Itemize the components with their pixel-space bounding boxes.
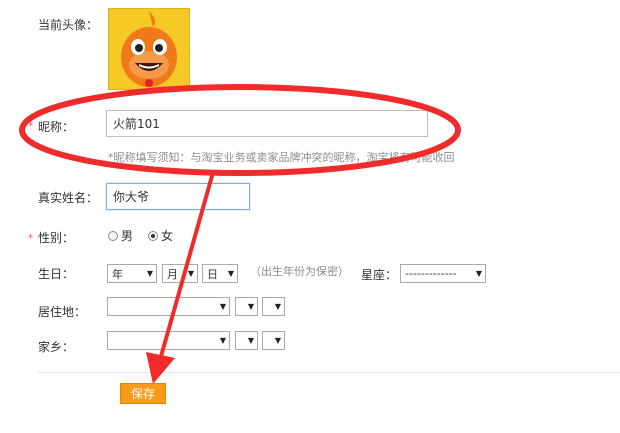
avatar-label: 当前头像： bbox=[38, 18, 99, 32]
required-mark: * bbox=[28, 233, 33, 244]
chevron-down-icon: ▼ bbox=[187, 269, 194, 278]
gender-male-label: 男 bbox=[121, 229, 134, 243]
birth-year-privacy-note: （出生年份为保密） bbox=[250, 265, 349, 278]
real-name-label: 真实姓名： bbox=[38, 191, 99, 205]
hometown-district-select[interactable]: ▼ bbox=[262, 331, 285, 350]
birth-year-select[interactable]: 年 ▼ bbox=[107, 264, 157, 283]
birth-month-value: 月 bbox=[167, 267, 178, 281]
gender-label: 性别： bbox=[38, 231, 75, 245]
gender-female-label: 女 bbox=[161, 229, 174, 243]
birth-month-select[interactable]: 月 ▼ bbox=[162, 264, 198, 283]
mascot-icon bbox=[121, 11, 177, 87]
nickname-input[interactable] bbox=[106, 110, 428, 137]
constellation-select[interactable]: ------------- ▼ bbox=[400, 264, 486, 283]
nickname-label: 昵称： bbox=[38, 120, 75, 134]
hometown-province-select[interactable]: ▼ bbox=[107, 331, 230, 350]
chevron-down-icon: ▼ bbox=[227, 269, 234, 278]
annotation-overlay bbox=[19, 84, 461, 384]
radio-male[interactable] bbox=[108, 230, 118, 241]
real-name-input[interactable] bbox=[106, 183, 250, 210]
birth-day-value: 日 bbox=[207, 267, 218, 281]
constellation-value: ------------- bbox=[405, 267, 457, 280]
chevron-down-icon: ▼ bbox=[146, 269, 153, 278]
chevron-down-icon: ▼ bbox=[247, 336, 254, 345]
gender-option-male[interactable]: 男 bbox=[108, 227, 133, 244]
hometown-label: 家乡： bbox=[38, 340, 75, 354]
chevron-down-icon: ▼ bbox=[219, 336, 226, 345]
residence-city-select[interactable]: ▼ bbox=[235, 297, 258, 316]
chevron-down-icon: ▼ bbox=[274, 302, 281, 311]
required-mark: * bbox=[28, 121, 33, 132]
nickname-hint: *昵称填写须知：与淘宝业务或卖家品牌冲突的昵称，淘宝将有可能收回 bbox=[108, 151, 455, 164]
annotation-arrow-head bbox=[146, 352, 175, 384]
residence-label: 居住地： bbox=[38, 305, 87, 319]
birth-day-select[interactable]: 日 ▼ bbox=[202, 264, 238, 283]
chevron-down-icon: ▼ bbox=[274, 336, 281, 345]
save-button[interactable]: 保存 bbox=[120, 383, 166, 404]
divider bbox=[38, 372, 620, 373]
gender-option-female[interactable]: 女 bbox=[148, 227, 173, 244]
chevron-down-icon: ▼ bbox=[475, 269, 482, 278]
birth-year-value: 年 bbox=[112, 267, 123, 281]
constellation-label: 星座： bbox=[361, 268, 398, 282]
chevron-down-icon: ▼ bbox=[219, 302, 226, 311]
birthday-label: 生日： bbox=[38, 267, 75, 281]
residence-district-select[interactable]: ▼ bbox=[262, 297, 285, 316]
hometown-city-select[interactable]: ▼ bbox=[235, 331, 258, 350]
avatar[interactable] bbox=[108, 8, 190, 90]
radio-female[interactable] bbox=[148, 230, 158, 241]
chevron-down-icon: ▼ bbox=[247, 302, 254, 311]
residence-province-select[interactable]: ▼ bbox=[107, 297, 230, 316]
